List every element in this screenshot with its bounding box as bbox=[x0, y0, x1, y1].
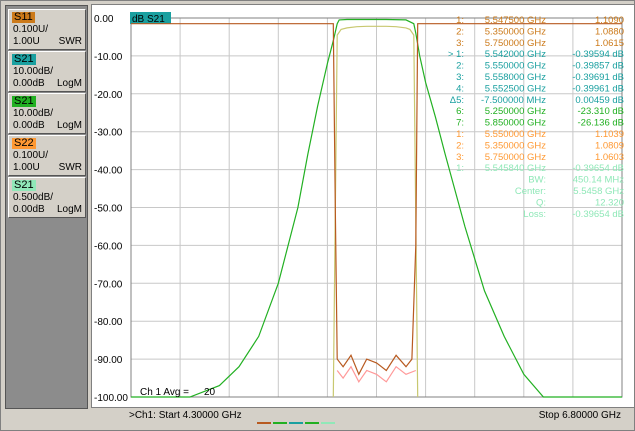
marker-frequency: -7.500000 MHz bbox=[481, 95, 546, 106]
stat-label: Loss: bbox=[523, 209, 546, 220]
trace-name: S21 bbox=[12, 95, 36, 107]
y-tick-label: -90.00 bbox=[94, 355, 123, 366]
marker-frequency: 5.350000 GHz bbox=[485, 140, 547, 151]
trace-format: SWR bbox=[58, 162, 82, 173]
marker-value: -23.310 dB bbox=[578, 106, 624, 117]
status-bar: >Ch1: Start 4.30000 GHz Stop 6.80000 GHz bbox=[91, 407, 633, 427]
trace-scale: 0.500dB/ bbox=[13, 192, 54, 203]
marker-id: 6: bbox=[456, 106, 464, 117]
y-tick-label: -70.00 bbox=[94, 279, 123, 290]
marker-value: 1.0880 bbox=[595, 26, 624, 37]
stat-label: Center: bbox=[515, 186, 546, 197]
trace-scale: 10.00dB/ bbox=[13, 108, 54, 119]
trace-scale: 10.00dB/ bbox=[13, 66, 54, 77]
y-tick-label: -40.00 bbox=[94, 166, 123, 177]
marker-frequency: 5.552500 GHz bbox=[485, 83, 547, 94]
marker-frequency: 5.542000 GHz bbox=[485, 49, 547, 60]
marker-id: 2: bbox=[456, 61, 464, 72]
trace-format: LogM bbox=[56, 78, 82, 89]
y-tick-label: -50.00 bbox=[94, 204, 123, 215]
marker-value: -0.39961 dB bbox=[572, 83, 624, 94]
marker-value: 1.0603 bbox=[595, 152, 624, 163]
plot-area[interactable]: 0.00 -10.00 -20.00 -30.00 -40.00 -50.00 -60.00… bbox=[91, 4, 635, 408]
marker-frequency: 5.547500 GHz bbox=[485, 15, 547, 26]
marker-value: 1.0809 bbox=[595, 140, 624, 151]
trace-name: S22 bbox=[12, 137, 36, 149]
trace-ref: 1.00U bbox=[13, 162, 40, 173]
marker-id: 3: bbox=[456, 152, 464, 163]
marker-frequency: 5.750000 GHz bbox=[485, 152, 547, 163]
trace-format: LogM bbox=[56, 120, 82, 131]
marker-id: 3: bbox=[456, 38, 464, 49]
marker-value: -26.136 dB bbox=[578, 118, 624, 129]
trace-scale: 0.100U/ bbox=[13, 24, 49, 35]
marker-id: 1: bbox=[456, 129, 464, 140]
marker-value: 1.1039 bbox=[595, 129, 624, 140]
marker-id: 1: bbox=[456, 15, 464, 26]
marker-id: 4: bbox=[456, 83, 464, 94]
marker-value: -0.39691 dB bbox=[572, 72, 624, 83]
marker-id: 2: bbox=[456, 140, 464, 151]
marker-id: > 1: bbox=[448, 49, 464, 60]
trace-s21-a[interactable]: S21 10.00dB/ 0.00dB LogM bbox=[8, 51, 86, 92]
marker-frequency: 5.550000 GHz bbox=[485, 61, 547, 72]
y-tick-label: -20.00 bbox=[94, 90, 123, 101]
stat-value: 5.5458 GHz bbox=[573, 186, 624, 197]
marker-id: 7: bbox=[456, 118, 464, 129]
trace-s21-b[interactable]: S21 10.00dB/ 0.00dB LogM bbox=[8, 93, 86, 134]
stat-label: Q: bbox=[536, 197, 546, 208]
marker-id: Δ5: bbox=[450, 95, 464, 106]
marker-frequency: 5.550000 GHz bbox=[485, 129, 547, 140]
stat-value: 450.14 MHz bbox=[573, 175, 624, 186]
s-parameter-chart: 0.00 -10.00 -20.00 -30.00 -40.00 -50.00 -60.00… bbox=[94, 12, 624, 404]
marker-value: 0.00459 dB bbox=[575, 95, 624, 106]
y-tick-label: -10.00 bbox=[94, 52, 123, 63]
y-tick-label: -60.00 bbox=[94, 241, 123, 252]
marker-frequency: 5.850000 GHz bbox=[485, 118, 547, 129]
analyzer-window: S11 0.100U/ 1.00U SWR S21 10.00dB/ 0.00d… bbox=[0, 0, 635, 431]
marker-id: 3: bbox=[456, 72, 464, 83]
y-tick-label: -30.00 bbox=[94, 128, 123, 139]
trace-s21-c[interactable]: S21 0.500dB/ 0.00dB LogM bbox=[8, 177, 86, 218]
trace-name: S21 bbox=[12, 179, 36, 191]
trace-format: LogM bbox=[56, 204, 82, 215]
trace-ref: 0.00dB bbox=[13, 204, 45, 215]
y-tick-label: -100.00 bbox=[94, 393, 128, 404]
trace-format: SWR bbox=[58, 36, 82, 47]
trace-legend bbox=[257, 416, 337, 427]
marker-frequency: 5.250000 GHz bbox=[485, 106, 547, 117]
marker-frequency: 5.558000 GHz bbox=[485, 72, 547, 83]
marker-value: 1.1090 bbox=[595, 15, 624, 26]
start-frequency[interactable]: >Ch1: Start 4.30000 GHz bbox=[129, 410, 242, 421]
marker-frequency: 5.545840 GHz bbox=[485, 163, 547, 174]
marker-value: 1.0615 bbox=[595, 38, 624, 49]
trace-scale: 0.100U/ bbox=[13, 150, 49, 161]
marker-id: 1: bbox=[456, 163, 464, 174]
average-label: Ch 1 Avg = bbox=[140, 387, 189, 398]
trace-ref: 0.00dB bbox=[13, 120, 45, 131]
y-tick-label: -80.00 bbox=[94, 317, 123, 328]
trace-name: S21 bbox=[12, 53, 36, 65]
marker-frequency: 5.350000 GHz bbox=[485, 26, 547, 37]
trace-ref: 0.00dB bbox=[13, 78, 45, 89]
stat-value: 12.320 bbox=[595, 197, 624, 208]
trace-s11[interactable]: S11 0.100U/ 1.00U SWR bbox=[8, 9, 86, 50]
trace-ref: 1.00U bbox=[13, 36, 40, 47]
marker-value: -0.39594 dB bbox=[572, 49, 624, 60]
stat-value: -0.39654 dB bbox=[572, 209, 624, 220]
trace-s22[interactable]: S22 0.100U/ 1.00U SWR bbox=[8, 135, 86, 176]
average-value: 20 bbox=[204, 387, 216, 398]
marker-id: 2: bbox=[456, 26, 464, 37]
marker-frequency: 5.750000 GHz bbox=[485, 38, 547, 49]
stat-label: BW: bbox=[528, 175, 546, 186]
marker-value: -0.39857 dB bbox=[572, 61, 624, 72]
trace-name: S11 bbox=[12, 11, 35, 23]
trace-line bbox=[332, 25, 419, 398]
trace-sidebar: S11 0.100U/ 1.00U SWR S21 10.00dB/ 0.00d… bbox=[5, 5, 88, 409]
stop-frequency[interactable]: Stop 6.80000 GHz bbox=[539, 410, 621, 421]
y-tick-label: 0.00 bbox=[94, 14, 114, 25]
marker-value: -0.39654 dB bbox=[572, 163, 624, 174]
